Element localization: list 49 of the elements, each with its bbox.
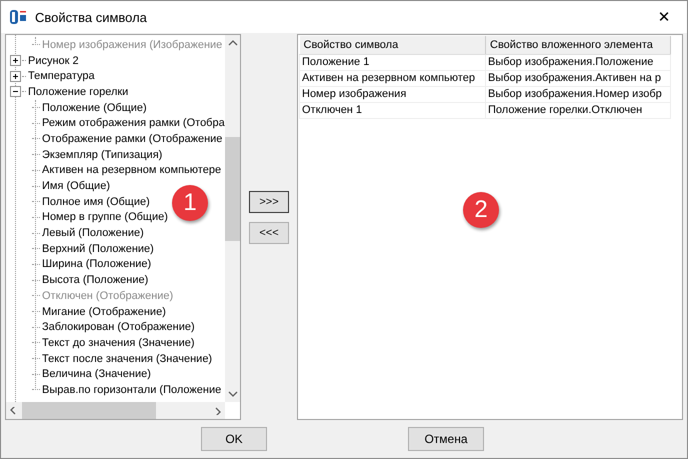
move-button[interactable]: <<< bbox=[249, 222, 289, 244]
column-header[interactable]: Свойство вложенного элемента bbox=[486, 36, 670, 54]
table-cell: Номер изображения bbox=[300, 86, 486, 102]
tree-item[interactable]: Рисунок 2 bbox=[28, 54, 79, 67]
table-cell: Положение 1 bbox=[300, 54, 486, 70]
cancel-button[interactable]: Отмена bbox=[408, 427, 484, 451]
horizontal-scrollbar[interactable] bbox=[6, 402, 225, 419]
table-cell: Активен на резервном компьютер bbox=[300, 70, 486, 86]
app-icon bbox=[9, 8, 27, 26]
tree-item[interactable]: Верхний (Положение) bbox=[42, 242, 154, 255]
tree-item[interactable]: Экземпляр (Типизация) bbox=[42, 148, 162, 161]
scroll-thumb[interactable] bbox=[225, 137, 240, 241]
expand-icon[interactable] bbox=[10, 55, 21, 66]
tree-item[interactable]: Активен на резервном компьютере bbox=[42, 164, 222, 176]
tree-item[interactable]: Текст до значения (Значение) bbox=[42, 336, 195, 349]
close-button[interactable]: ✕ bbox=[649, 3, 679, 31]
tree-item[interactable]: Положение (Общие) bbox=[42, 102, 147, 114]
table-cell: Выбор изображения.Активен на р bbox=[486, 70, 670, 86]
expand-icon[interactable] bbox=[10, 70, 21, 82]
tree-item[interactable]: Номер в группе (Общие) bbox=[42, 211, 168, 224]
tree-item[interactable]: Величина (Значение) bbox=[42, 368, 151, 380]
tree-item[interactable]: Отображение рамки (Отображение bbox=[42, 132, 222, 145]
scroll-up-icon[interactable] bbox=[228, 39, 238, 47]
vertical-scrollbar[interactable] bbox=[225, 35, 240, 402]
callout-badge: 1 bbox=[172, 185, 208, 221]
collapse-icon[interactable] bbox=[10, 86, 21, 98]
tree-item[interactable]: Заблокирован (Отображение) bbox=[42, 321, 195, 334]
table-cell: Выбор изображения.Положение bbox=[486, 54, 670, 70]
table-cell: Положение горелки.Отключен bbox=[486, 102, 670, 118]
tree-item[interactable]: Режим отображения рамки (Отобра bbox=[42, 117, 225, 130]
tree-item[interactable]: Высота (Положение) bbox=[42, 274, 148, 286]
ok-button[interactable]: OK bbox=[201, 427, 267, 451]
scroll-thumb[interactable] bbox=[22, 402, 156, 419]
callout-badge: 2 bbox=[463, 192, 499, 228]
move-button[interactable]: >>> bbox=[249, 191, 289, 213]
tree-item[interactable]: Левый (Положение) bbox=[42, 227, 144, 240]
tree-item[interactable]: Мигание (Отображение) bbox=[42, 306, 166, 318]
tree-item[interactable]: Температура bbox=[28, 70, 95, 82]
tree-item[interactable]: Ширина (Положение) bbox=[42, 258, 152, 270]
tree-item[interactable]: Имя (Общие) bbox=[42, 180, 110, 192]
scroll-down-icon[interactable] bbox=[228, 390, 238, 398]
window-title: Свойства символа bbox=[35, 10, 148, 24]
table-cell: Отключен 1 bbox=[300, 102, 486, 118]
tree-item[interactable]: Положение горелки bbox=[28, 86, 128, 98]
tree-item[interactable]: Полное имя (Общие) bbox=[42, 196, 150, 208]
column-header[interactable]: Свойство символа bbox=[300, 36, 486, 54]
table-cell: Выбор изображения.Номер изобр bbox=[486, 86, 670, 102]
tree-item[interactable]: Вырав.по горизонтали (Положение bbox=[42, 384, 222, 396]
tree-item[interactable]: Текст после значения (Значение) bbox=[42, 352, 212, 365]
